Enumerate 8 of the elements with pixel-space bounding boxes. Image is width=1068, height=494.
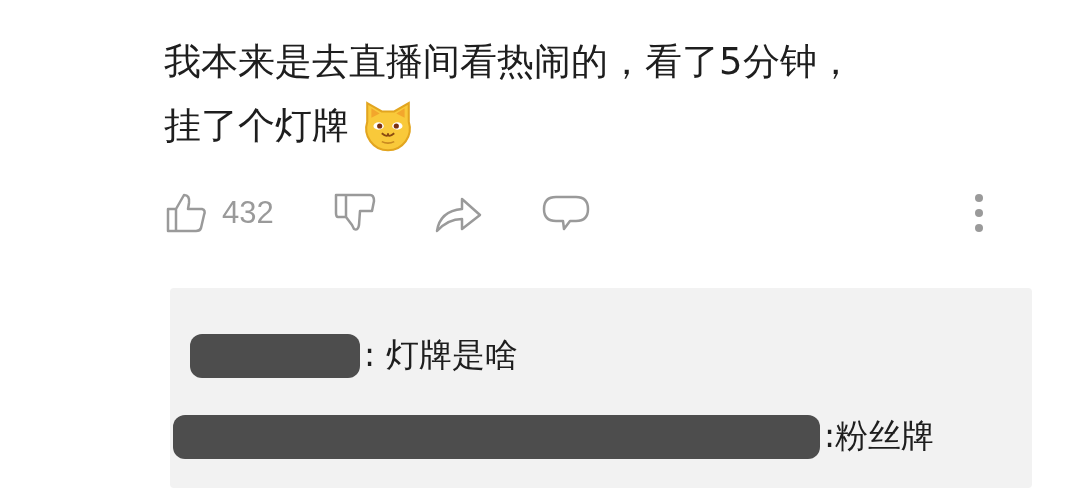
comment-text: 我本来是去直播间看热闹的，看了5分钟， — [164, 39, 855, 85]
reply-text: : 灯牌是啥 — [364, 334, 518, 376]
comment-icon[interactable] — [541, 193, 590, 233]
reply-text: :粉丝牌 — [824, 415, 935, 457]
comment-text: 挂了个灯牌 — [164, 103, 349, 149]
like-button[interactable]: 432 — [164, 191, 274, 235]
thumbs-up-icon — [164, 191, 208, 235]
more-icon[interactable] — [974, 193, 984, 233]
